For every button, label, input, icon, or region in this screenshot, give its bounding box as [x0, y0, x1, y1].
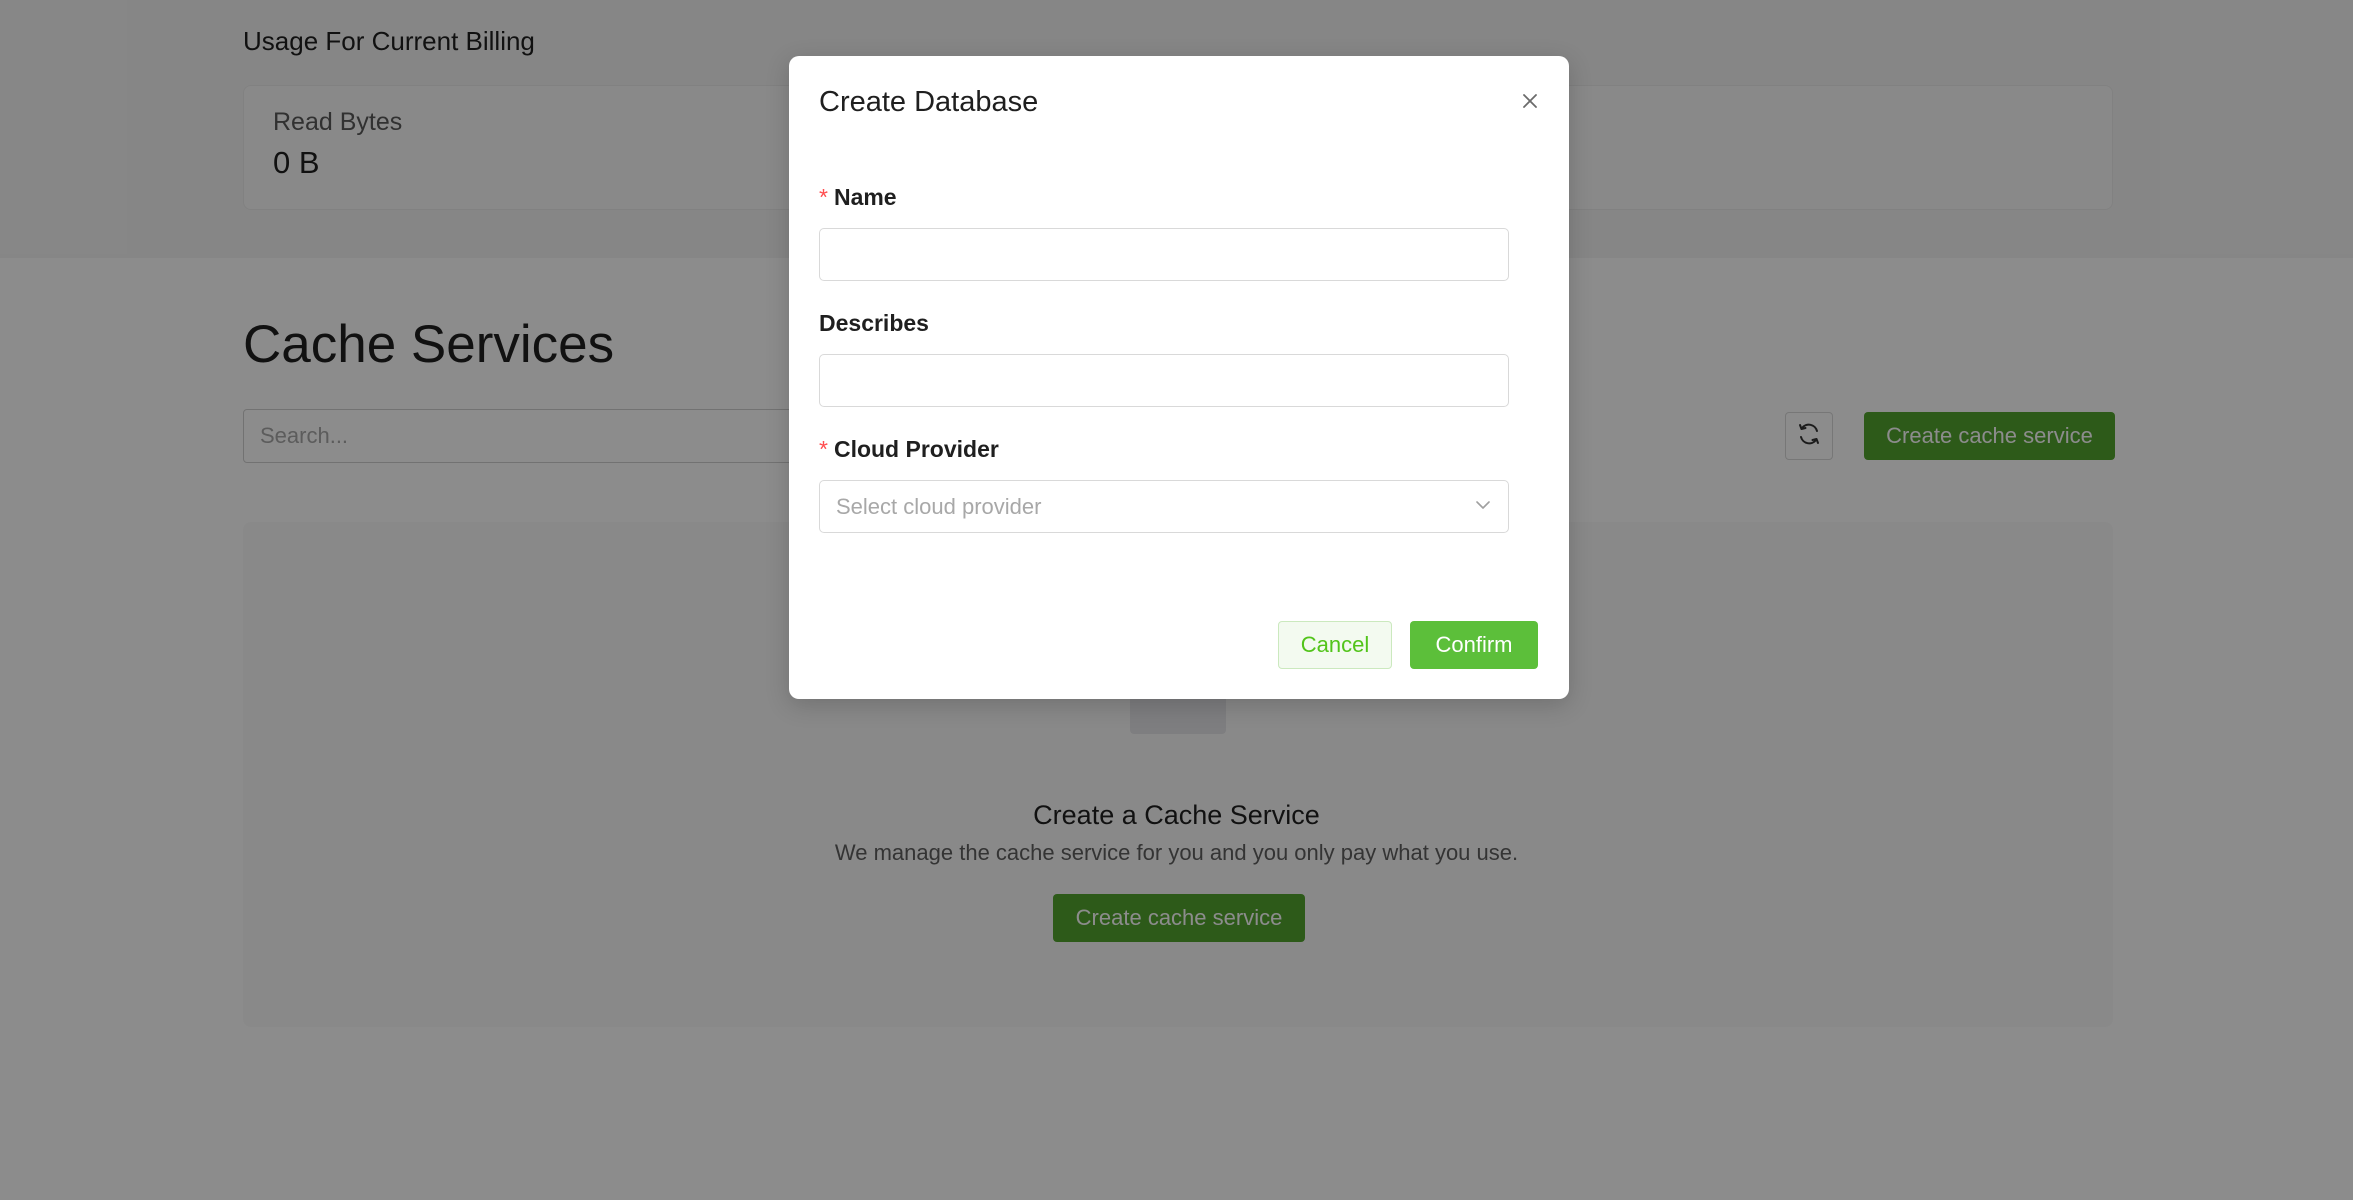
- close-icon: [1521, 92, 1539, 115]
- describes-input[interactable]: [819, 354, 1509, 407]
- name-input[interactable]: [819, 228, 1509, 281]
- modal-title: Create Database: [819, 86, 1039, 118]
- required-mark: *: [819, 184, 828, 210]
- close-button[interactable]: [1515, 88, 1545, 118]
- name-label: * Name: [819, 184, 897, 211]
- create-database-modal: Create Database * Name Describes * Cloud P…: [789, 56, 1569, 699]
- cloud-provider-label-text: Cloud Provider: [833, 436, 999, 462]
- chevron-down-icon: [1474, 498, 1492, 516]
- cloud-provider-label: * Cloud Provider: [819, 436, 999, 463]
- describes-label-text: Describes: [819, 310, 929, 336]
- name-label-text: Name: [833, 184, 897, 210]
- describes-label: Describes: [819, 310, 929, 337]
- confirm-button[interactable]: Confirm: [1410, 621, 1538, 669]
- required-mark: *: [819, 436, 828, 462]
- cloud-provider-placeholder: Select cloud provider: [836, 493, 1042, 519]
- cloud-provider-select[interactable]: Select cloud provider: [819, 480, 1509, 533]
- cancel-button[interactable]: Cancel: [1278, 621, 1392, 669]
